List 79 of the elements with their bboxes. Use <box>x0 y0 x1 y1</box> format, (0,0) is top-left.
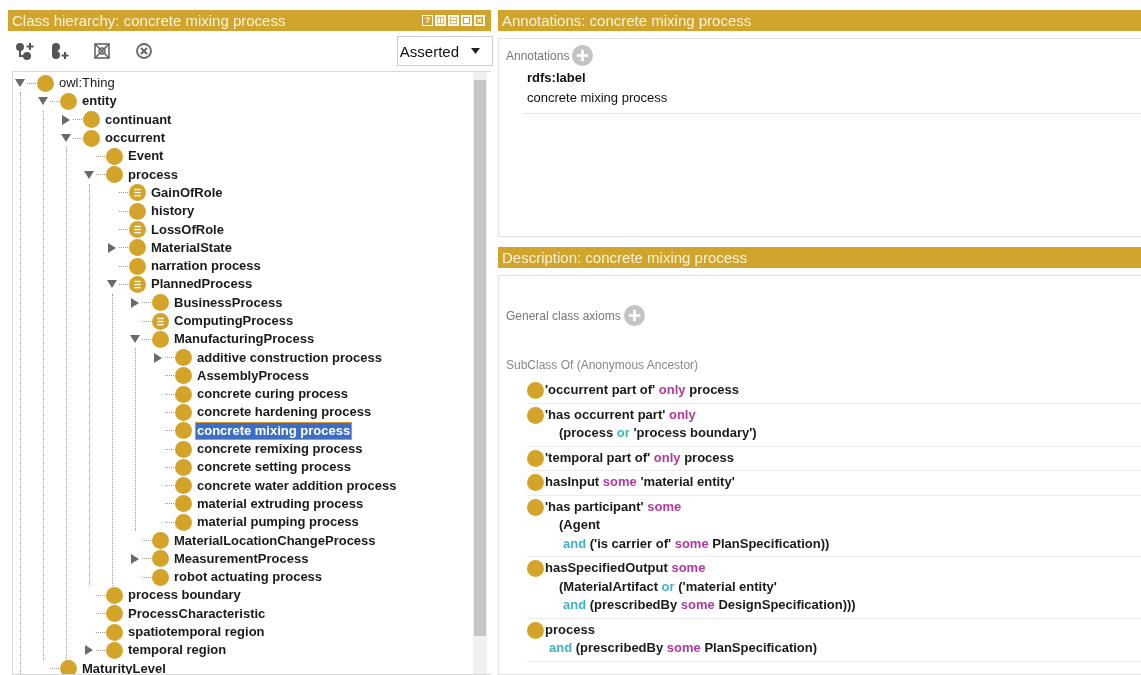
tree-item[interactable]: owl:Thing <box>57 74 117 93</box>
collapsed-arrow-icon[interactable] <box>85 645 93 656</box>
tree-item[interactable]: concrete mixing process <box>195 421 353 440</box>
tree-item[interactable]: Event <box>126 147 166 166</box>
collapsed-arrow-icon[interactable] <box>62 114 70 125</box>
circle-x-icon[interactable] <box>134 41 154 61</box>
expanded-arrow-icon[interactable] <box>84 170 94 179</box>
scrollbar[interactable] <box>473 72 487 674</box>
tree-item[interactable]: ManufacturingProcess <box>172 330 317 349</box>
tree-item[interactable]: additive construction process <box>195 348 384 367</box>
tree-item[interactable]: ComputingProcess <box>172 312 296 330</box>
axiom-text: 'occurrent part of' only process <box>544 381 740 399</box>
tree-item[interactable]: LossOfRole <box>149 220 226 239</box>
tree-item[interactable]: concrete hardening process <box>195 403 374 422</box>
axiom-text: and (prescribedBy some PlanSpecification) <box>548 639 818 657</box>
tree-item[interactable]: concrete setting process <box>195 458 353 477</box>
class-icon <box>527 621 544 639</box>
tree-item[interactable]: BusinessProcess <box>172 293 285 312</box>
axiom-text: (MaterialArtifact or ('material entity' <box>558 577 778 596</box>
pane-title: Class hierarchy: concrete mixing process <box>12 11 287 31</box>
caret-icon <box>471 48 480 54</box>
class-icon <box>527 474 544 491</box>
tree-item[interactable]: process boundary <box>126 586 243 605</box>
expanded-arrow-icon[interactable] <box>38 97 48 106</box>
class-icon <box>527 560 544 577</box>
collapsed-arrow-icon[interactable] <box>108 242 116 253</box>
tree-item[interactable]: narration process <box>149 257 263 276</box>
tree-item[interactable]: MaterialState <box>149 238 234 257</box>
axiom-text: 'temporal part of' only process <box>544 448 734 467</box>
tree-item[interactable]: occurrent <box>103 129 167 148</box>
section-label: General class axioms <box>506 308 621 323</box>
tree-item[interactable]: AssemblyProcess <box>195 366 311 385</box>
tree-item[interactable]: material pumping process <box>195 513 361 532</box>
annotation-value: concrete mixing process <box>527 90 669 105</box>
axiom-text: 'has participant' some <box>544 497 683 516</box>
axiom-text: and ('is carrier of' some PlanSpecification)) <box>562 534 830 553</box>
axiom-text: 'has occurrent part' only <box>544 405 697 424</box>
collapsed-arrow-icon[interactable] <box>154 352 162 363</box>
expanded-arrow-icon[interactable] <box>130 335 140 344</box>
tree-item[interactable]: GainOfRole <box>149 183 225 202</box>
tree-item[interactable]: MeasurementProcess <box>172 549 311 568</box>
class-icon <box>527 449 544 467</box>
tree-item[interactable]: spatiotemporal region <box>126 623 267 642</box>
tree-item[interactable]: concrete remixing process <box>195 440 365 459</box>
axiom-text: hasInput some 'material entity' <box>544 473 735 491</box>
pane-title: Annotations: concrete mixing process <box>498 10 1141 31</box>
axiom-text: process <box>544 620 596 639</box>
add-subclass-icon[interactable] <box>15 41 35 61</box>
delete-icon[interactable] <box>92 41 112 61</box>
axiom-text: (process or 'process boundary') <box>558 424 757 442</box>
pane-title: Description: concrete mixing process <box>498 247 1141 268</box>
section-label: Annotations <box>506 48 570 63</box>
tree-item[interactable]: PlannedProcess <box>149 275 255 294</box>
view-dropdown[interactable]: Asserted <box>396 36 493 66</box>
add-sibling-icon[interactable] <box>50 41 70 61</box>
tree-item[interactable]: entity <box>80 92 119 111</box>
expanded-arrow-icon[interactable] <box>107 280 117 289</box>
tree-item[interactable]: material extruding process <box>195 494 366 513</box>
tree-item[interactable]: temporal region <box>126 641 229 660</box>
tree-item[interactable]: MaterialLocationChangeProcess <box>172 531 378 550</box>
axiom-text: hasSpecifiedOutput some <box>544 559 707 577</box>
collapsed-arrow-icon[interactable] <box>131 297 139 308</box>
tree-item[interactable]: concrete water addition process <box>195 476 399 495</box>
expanded-arrow-icon[interactable] <box>61 134 71 143</box>
expanded-arrow-icon[interactable] <box>15 79 25 88</box>
axiom-text: and (prescribedBy some DesignSpecification))) <box>562 596 856 614</box>
tree-item[interactable]: history <box>149 202 197 221</box>
class-icon <box>527 406 544 424</box>
tree-item[interactable]: concrete curing process <box>195 385 350 404</box>
collapsed-arrow-icon[interactable] <box>131 553 139 564</box>
tree-item[interactable]: robot actuating process <box>172 568 325 587</box>
class-icon <box>527 498 544 516</box>
class-icon <box>527 382 544 399</box>
annotation-property: rdfs:label <box>527 70 587 85</box>
section-label: SubClass Of (Anonymous Ancestor) <box>506 358 700 372</box>
tree-item[interactable]: continuant <box>103 110 174 129</box>
tree-item[interactable]: process <box>126 165 180 184</box>
axiom-text: (Agent <box>558 516 602 534</box>
tree-item[interactable]: ProcessCharacteristic <box>126 604 268 623</box>
